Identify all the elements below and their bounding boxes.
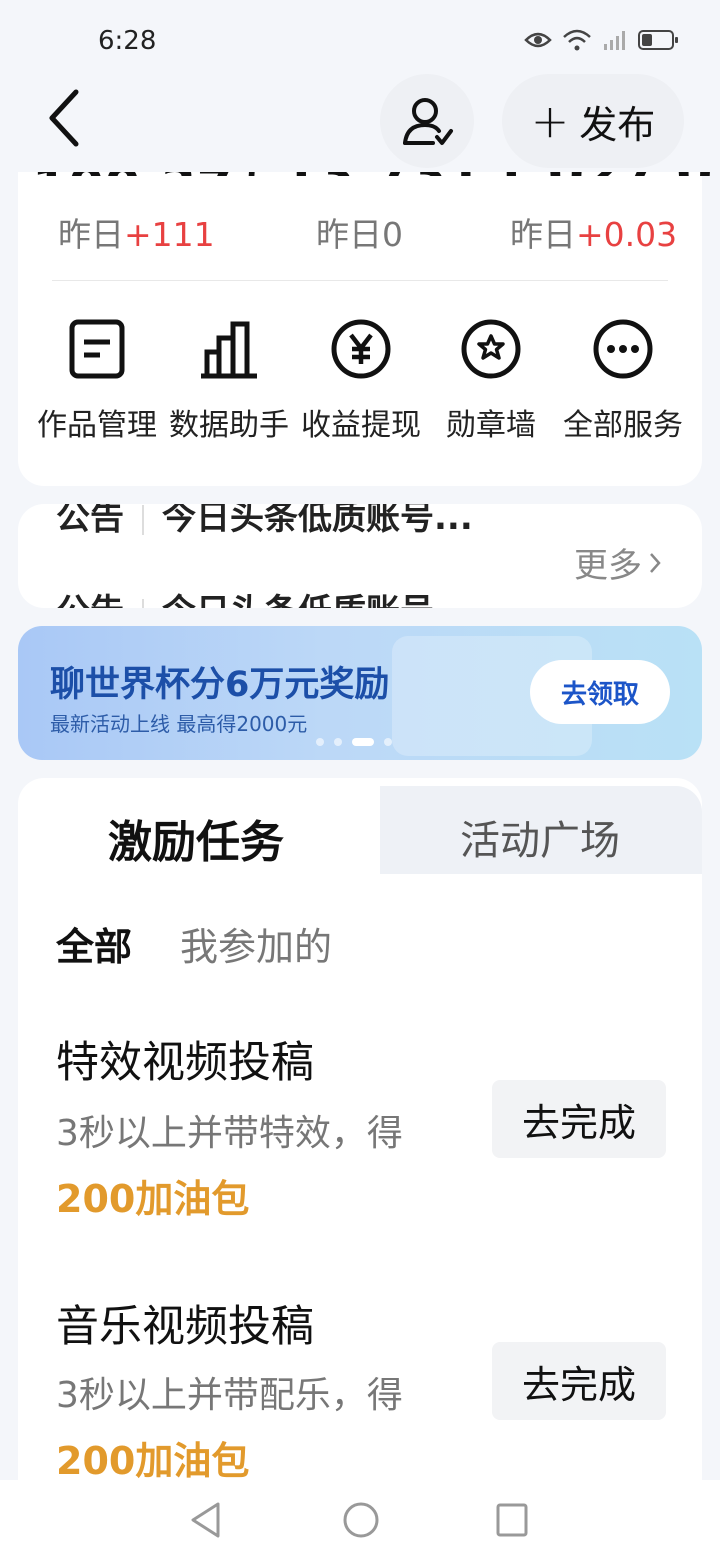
bar-chart-icon bbox=[201, 321, 257, 379]
service-label: 数据助手 bbox=[169, 408, 289, 443]
stat-change-value: +111 bbox=[124, 215, 215, 254]
banner-title: 聊世界杯分6万元奖励 bbox=[50, 665, 390, 705]
nav-back-icon[interactable] bbox=[188, 1500, 224, 1540]
nav-home-icon[interactable] bbox=[342, 1500, 380, 1540]
plus-icon: + bbox=[530, 94, 570, 148]
status-time: 6:28 bbox=[98, 26, 157, 56]
service-all-services[interactable]: 全部服务 bbox=[558, 318, 688, 444]
stat-change-value: 0 bbox=[382, 215, 403, 254]
more-link[interactable]: 更多 bbox=[574, 538, 662, 587]
filter-joined[interactable]: 我参加的 bbox=[180, 916, 332, 971]
stat-change-value: +0.03 bbox=[576, 215, 678, 254]
notice-tag: 公告 bbox=[56, 592, 124, 608]
task-description: 3秒以上并带配乐，得 bbox=[56, 1375, 403, 1416]
tab-incentive-tasks[interactable]: 激励任务 bbox=[108, 806, 284, 870]
notice-card[interactable]: 公告今日头条低质账号... 更多 公告今日头条低质账号 bbox=[18, 504, 702, 608]
stats-divider bbox=[52, 280, 668, 281]
publish-label: 发布 bbox=[579, 102, 656, 147]
stat-change-label: 昨日 bbox=[316, 215, 382, 254]
complete-task-button[interactable]: 去完成 bbox=[492, 1342, 666, 1420]
service-income-withdraw[interactable]: 收益提现 bbox=[296, 318, 426, 444]
pagination-dot bbox=[334, 738, 342, 746]
wifi-icon bbox=[563, 29, 591, 51]
filter-all[interactable]: 全部 bbox=[56, 916, 132, 971]
claim-button[interactable]: 去领取 bbox=[530, 660, 670, 724]
service-label: 勋章墙 bbox=[446, 408, 536, 443]
service-label: 作品管理 bbox=[37, 408, 157, 443]
service-medal-wall[interactable]: 勋章墙 bbox=[426, 318, 556, 444]
notice-text: 今日头条低质账号... bbox=[162, 504, 473, 538]
chevron-right-icon bbox=[650, 552, 661, 573]
complete-task-button[interactable]: 去完成 bbox=[492, 1080, 666, 1158]
notice-item[interactable]: 公告 今日头条低质账号... bbox=[56, 504, 473, 539]
task-reward: 200加油包 bbox=[56, 1439, 250, 1483]
service-works-management[interactable]: 作品管理 bbox=[32, 318, 162, 444]
battery-icon bbox=[638, 30, 678, 50]
task-description: 3秒以上并带特效，得 bbox=[56, 1113, 403, 1154]
stat-change-label: 昨日 bbox=[510, 215, 576, 254]
user-verify-button[interactable] bbox=[380, 74, 474, 168]
notice-separator bbox=[142, 504, 144, 535]
back-arrow-icon bbox=[49, 89, 79, 147]
pagination-dot bbox=[316, 738, 324, 746]
stat-change-2: 昨日0 bbox=[316, 208, 403, 256]
status-icons bbox=[524, 28, 680, 52]
document-icon bbox=[69, 319, 125, 379]
more-icon bbox=[593, 319, 653, 379]
stat-change-3: 昨日+0.03 bbox=[510, 208, 677, 256]
medal-icon bbox=[461, 319, 521, 379]
task-title: 特效视频投稿 bbox=[56, 1038, 314, 1088]
stat-change-label: 昨日 bbox=[58, 215, 124, 254]
stat-change-1: 昨日+111 bbox=[58, 208, 215, 256]
task-title: 音乐视频投稿 bbox=[56, 1302, 314, 1352]
service-label: 全部服务 bbox=[563, 408, 683, 443]
yuan-icon bbox=[331, 319, 391, 379]
notice-item[interactable]: 公告 今日头条低质账号 bbox=[56, 584, 434, 608]
banner-subtitle: 最新活动上线 最高得2000元 bbox=[50, 712, 308, 736]
publish-button[interactable]: + 发布 bbox=[502, 74, 684, 168]
more-label: 更多 bbox=[574, 546, 642, 586]
pagination-dot-active bbox=[352, 738, 374, 746]
pagination-dot bbox=[384, 738, 392, 746]
nav-recent-icon[interactable] bbox=[496, 1503, 528, 1537]
service-data-assistant[interactable]: 数据助手 bbox=[164, 318, 294, 444]
banner-pagination bbox=[316, 738, 392, 746]
back-button[interactable] bbox=[32, 82, 96, 154]
eye-icon bbox=[524, 32, 552, 48]
service-label: 收益提现 bbox=[301, 408, 421, 443]
signal-icon bbox=[604, 31, 625, 50]
task-card: 激励任务 活动广场 全部 我参加的 特效视频投稿 3秒以上并带特效，得 200加… bbox=[18, 778, 702, 1538]
notice-tag: 公告 bbox=[56, 504, 124, 538]
notice-separator bbox=[142, 598, 144, 608]
task-reward: 200加油包 bbox=[56, 1177, 250, 1221]
user-check-icon bbox=[403, 98, 453, 145]
tab-activity-square[interactable]: 活动广场 bbox=[460, 808, 620, 866]
notice-text: 今日头条低质账号 bbox=[162, 592, 434, 608]
